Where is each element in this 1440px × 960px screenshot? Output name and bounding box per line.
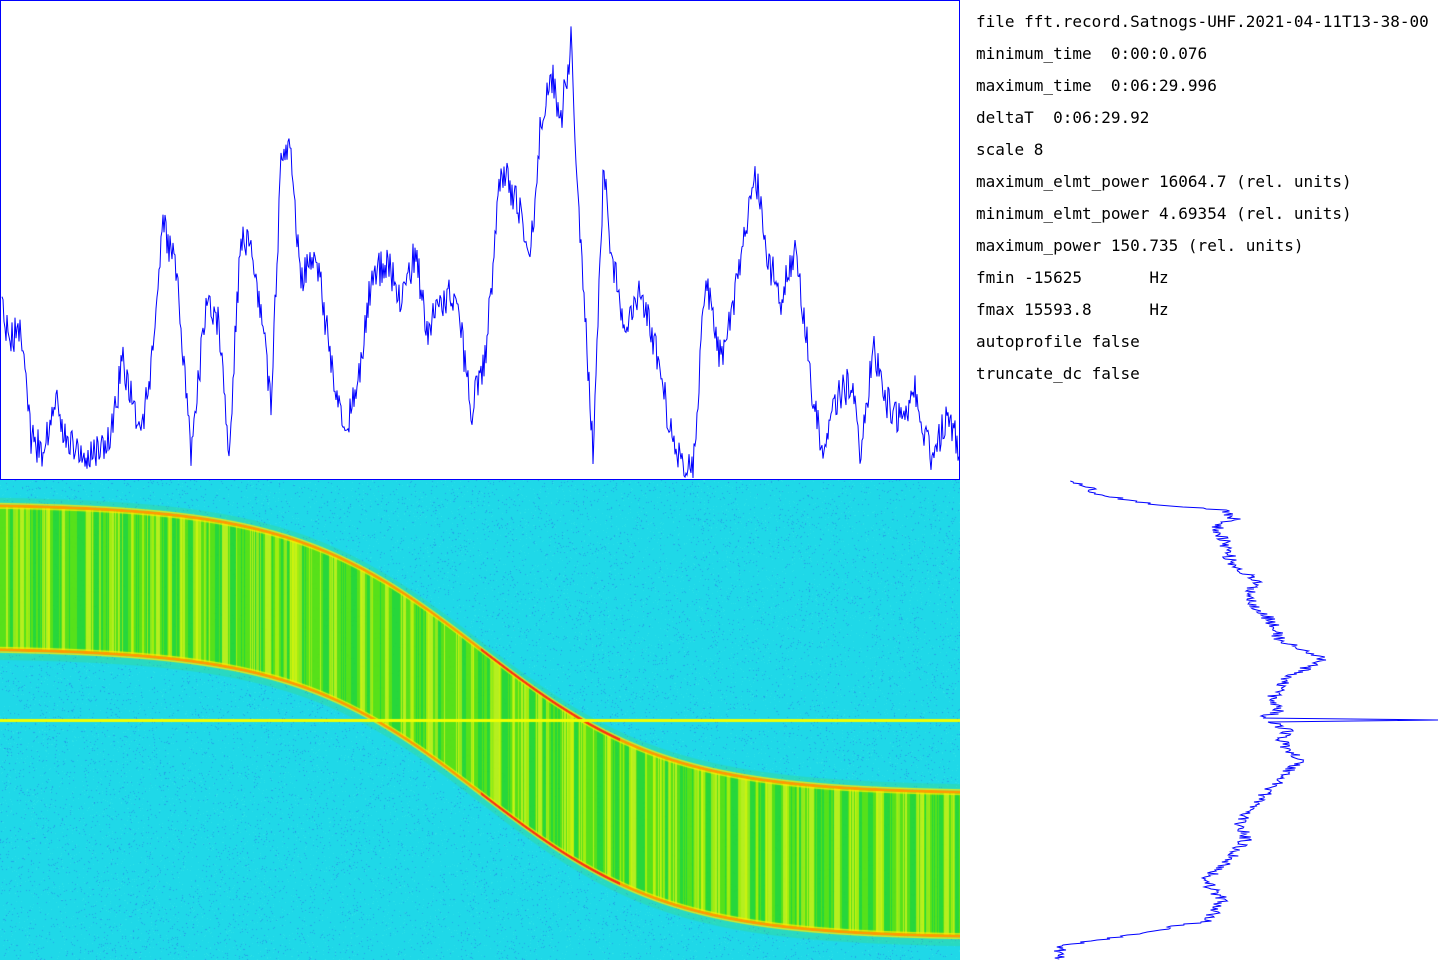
maximum-time-text: maximum_time 0:06:29.996 [976, 76, 1217, 95]
fft-viewer: file fft.record.Satnogs-UHF.2021-04-11T1… [0, 0, 1440, 960]
delta-t-text: deltaT 0:06:29.92 [976, 108, 1150, 127]
spectrogram-waterfall [0, 480, 960, 960]
fmin-text: fmin -15625 Hz [976, 268, 1169, 287]
minimum-element-power-text: minimum_elmt_power 4.69354 (rel. units) [976, 204, 1352, 223]
frequency-profile-svg [1054, 480, 1439, 960]
fmax-text: fmax 15593.8 Hz [976, 300, 1169, 319]
waterfall-canvas [0, 480, 960, 960]
autoprofile-text: autoprofile false [976, 332, 1140, 351]
frequency-power-profile-plot [960, 480, 1440, 960]
truncate-dc-text: truncate_dc false [976, 364, 1140, 383]
time-profile-line [1, 26, 960, 479]
file-name-text: file fft.record.Satnogs-UHF.2021-04-11T1… [976, 12, 1429, 31]
scale-text: scale 8 [976, 140, 1044, 159]
info-panel: file fft.record.Satnogs-UHF.2021-04-11T1… [976, 10, 1440, 470]
maximum-element-power-text: maximum_elmt_power 16064.7 (rel. units) [976, 172, 1352, 191]
time-power-profile-plot [0, 0, 960, 480]
minimum-time-text: minimum_time 0:00:0.076 [976, 44, 1208, 63]
time-profile-svg [1, 26, 960, 479]
maximum-power-text: maximum_power 150.735 (rel. units) [976, 236, 1304, 255]
frequency-profile-line [1054, 480, 1439, 960]
